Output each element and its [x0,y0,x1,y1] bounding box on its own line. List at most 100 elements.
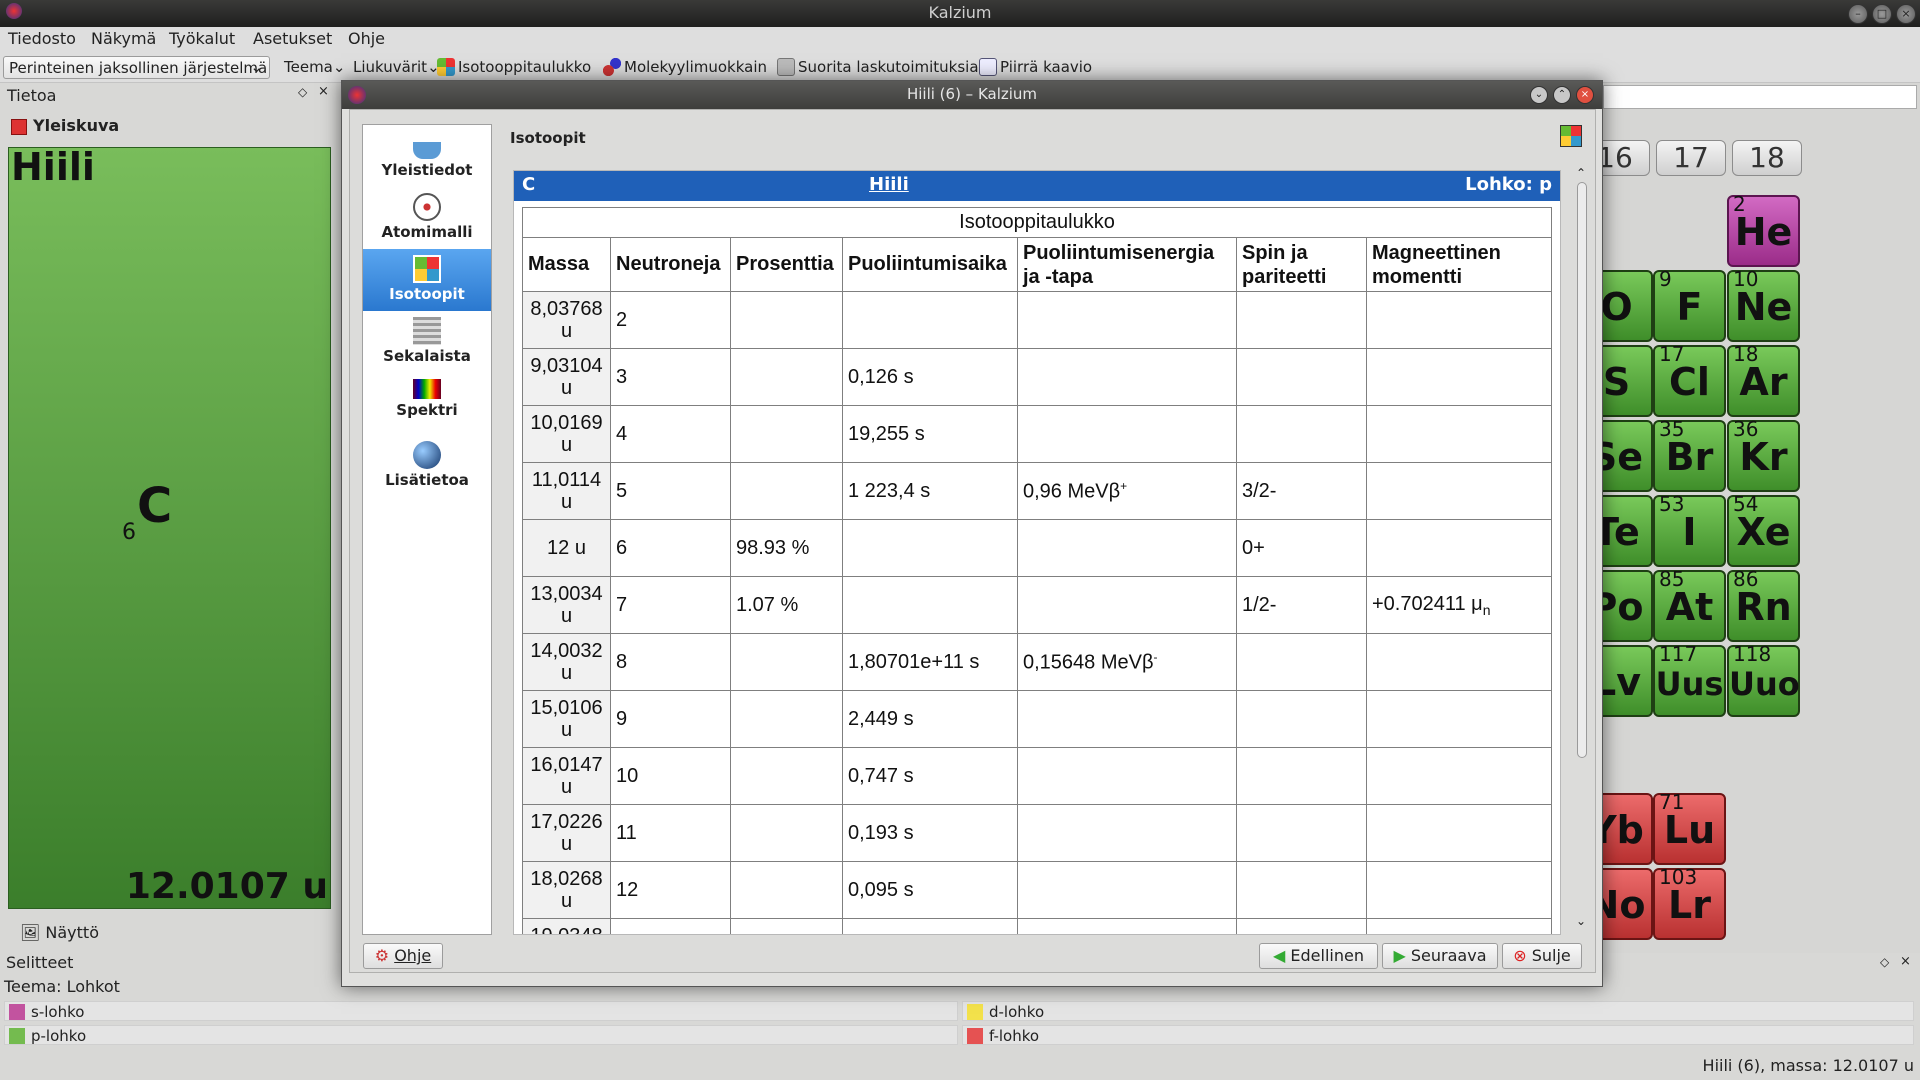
cell-percent [730,348,843,406]
dock-title: Tietoa [7,86,57,105]
cell-mass: 15,0106 u [522,690,611,748]
cell-decay-energy-text: 0,96 MeVβ [1023,480,1121,503]
element-tile[interactable]: 9F [1653,267,1726,342]
menu-help[interactable]: Ohje [348,29,385,48]
cell-neutrons-text: 7 [616,593,628,616]
cell-percent [730,633,843,691]
page-misc[interactable]: Sekalaista [363,311,491,373]
close-icon[interactable]: × [1896,4,1916,24]
tile-number: 53 [1659,492,1685,516]
page-isotopes[interactable]: Isotoopit [363,249,491,311]
cell-mass: 14,0032 u [522,633,611,691]
cell-half-life: 1 223,4 s [842,462,1018,520]
cell-neutrons-text: 5 [616,479,628,502]
element-tile[interactable]: 36 Kr [1727,417,1800,492]
element-tile[interactable]: 35 Br [1653,417,1726,492]
table-system-select[interactable]: Perinteinen jaksollinen järjestelmä ⌄ [3,56,270,79]
tile-symbol: O [1600,285,1633,329]
cell-neutrons-text: 8 [616,650,628,673]
display-button[interactable]: 🖼 Näyttö [20,923,99,942]
overview-icon [11,119,27,135]
page-general[interactable]: Yleistiedot [363,125,491,187]
search-input[interactable] [1603,85,1917,109]
menu-view[interactable]: Näkymä [91,29,156,48]
page-label: Sekalaista [383,347,471,365]
cell-neutrons: 2 [610,291,731,349]
menu-tools[interactable]: Työkalut [169,29,235,48]
element-tile[interactable]: 17 Cl [1653,342,1726,417]
cell-neutrons-text: 11 [616,821,637,844]
menu-file[interactable]: Tiedosto [8,29,76,48]
decay-type-sup: - [1153,649,1158,664]
cell-percent [730,462,843,520]
element-tile[interactable]: 103 Lr [1653,865,1726,940]
calculate-button[interactable]: Suorita laskutoimituksia [777,58,979,76]
molecule-editor-button[interactable]: Molekyylimuokkain [603,58,767,76]
element-tile[interactable]: 86 Rn [1727,567,1800,642]
element-tile[interactable]: 71 Lu [1653,790,1726,865]
group-header[interactable]: 18 [1732,140,1802,176]
dock-close-icon[interactable]: × [318,84,329,99]
scroll-down-icon[interactable]: ⌄ [1576,914,1586,928]
scroll-up-icon[interactable]: ⌃ [1576,166,1586,180]
cell-mass-text: 18,0268 u [530,868,603,912]
tile-number: 54 [1733,492,1759,516]
cell-mass: 8,03768 u [522,291,611,349]
cell-neutrons: 5 [610,462,731,520]
p-block-swatch [9,1028,25,1044]
legend-label: p-lohko [31,1027,87,1045]
help-button[interactable]: ⚙ Ohje [363,943,443,969]
dialog-maximize-icon[interactable]: ⌃ [1553,86,1571,104]
dialog-close-icon[interactable]: × [1576,86,1594,104]
element-tile[interactable]: 53 I [1653,492,1726,567]
legend-close-icon[interactable]: × [1900,954,1911,969]
table-row: 18,0268 u 12 0,095 s [522,861,1552,919]
dialog-minimize-icon[interactable]: ⌄ [1530,86,1548,104]
element-tile[interactable]: 10 Ne [1727,267,1800,342]
close-circle-icon: ⊗ [1513,946,1527,965]
isotope-table-icon [437,58,455,76]
element-tile[interactable]: 117 Uus [1653,642,1726,717]
next-button[interactable]: ▶ Seuraava [1382,943,1498,969]
close-button[interactable]: ⊗ Sulje [1502,943,1582,969]
cell-decay-energy [1017,348,1237,406]
content-scrollbar[interactable]: ⌃ ⌄ [1572,166,1592,935]
page-atom-model[interactable]: Atomimalli [363,187,491,249]
cell-mass: 11,0114 u [522,462,611,520]
cell-decay-energy [1017,690,1237,748]
cell-spin-parity [1236,747,1367,805]
element-tile[interactable]: 85 At [1653,567,1726,642]
element-tile[interactable]: 54 Xe [1727,492,1800,567]
float-icon[interactable]: ◇ [1880,955,1889,969]
theme-button[interactable]: Teema⌄ [284,58,345,76]
cell-mass: 12 u [522,519,611,577]
cell-mass-text: 13,0034 u [530,583,603,627]
cell-percent [730,861,843,919]
plot-button[interactable]: Piirrä kaavio [979,58,1092,76]
cell-spin-parity: 0+ [1236,519,1367,577]
cell-magnetic-moment [1366,690,1552,748]
scrollbar-thumb[interactable] [1577,182,1587,758]
menu-settings[interactable]: Asetukset [253,29,332,48]
cell-half-life-text: 0,193 s [848,821,914,844]
minimize-icon[interactable]: – [1848,4,1868,24]
page-more-info[interactable]: Lisätietoa [363,435,491,497]
element-tile[interactable]: 18 Ar [1727,342,1800,417]
header-element-link[interactable]: Hiili [869,171,909,199]
isotope-table-button[interactable]: Isotooppitaulukko [437,58,591,76]
float-icon[interactable]: ◇ [298,85,307,99]
cell-neutrons: 12 [610,861,731,919]
group-header[interactable]: 17 [1656,140,1726,176]
cell-half-life: 0,747 s [842,747,1018,805]
cell-spin-parity: 1/2- [1236,576,1367,634]
gradient-button[interactable]: Liukuvärit⌄ [353,58,440,76]
element-tile[interactable]: 2 He [1727,192,1800,267]
cell-mass-text: 9,03104 u [530,355,603,399]
previous-button[interactable]: ◀ Edellinen [1259,943,1378,969]
col-half-life: Puoliintumisaika [842,237,1018,292]
maximize-icon[interactable]: □ [1872,4,1892,24]
page-spectrum[interactable]: Spektri [363,373,491,435]
cell-half-life: 0,193 s [842,804,1018,862]
cell-half-life [842,519,1018,577]
element-tile[interactable]: 118 Uuo [1727,642,1800,717]
